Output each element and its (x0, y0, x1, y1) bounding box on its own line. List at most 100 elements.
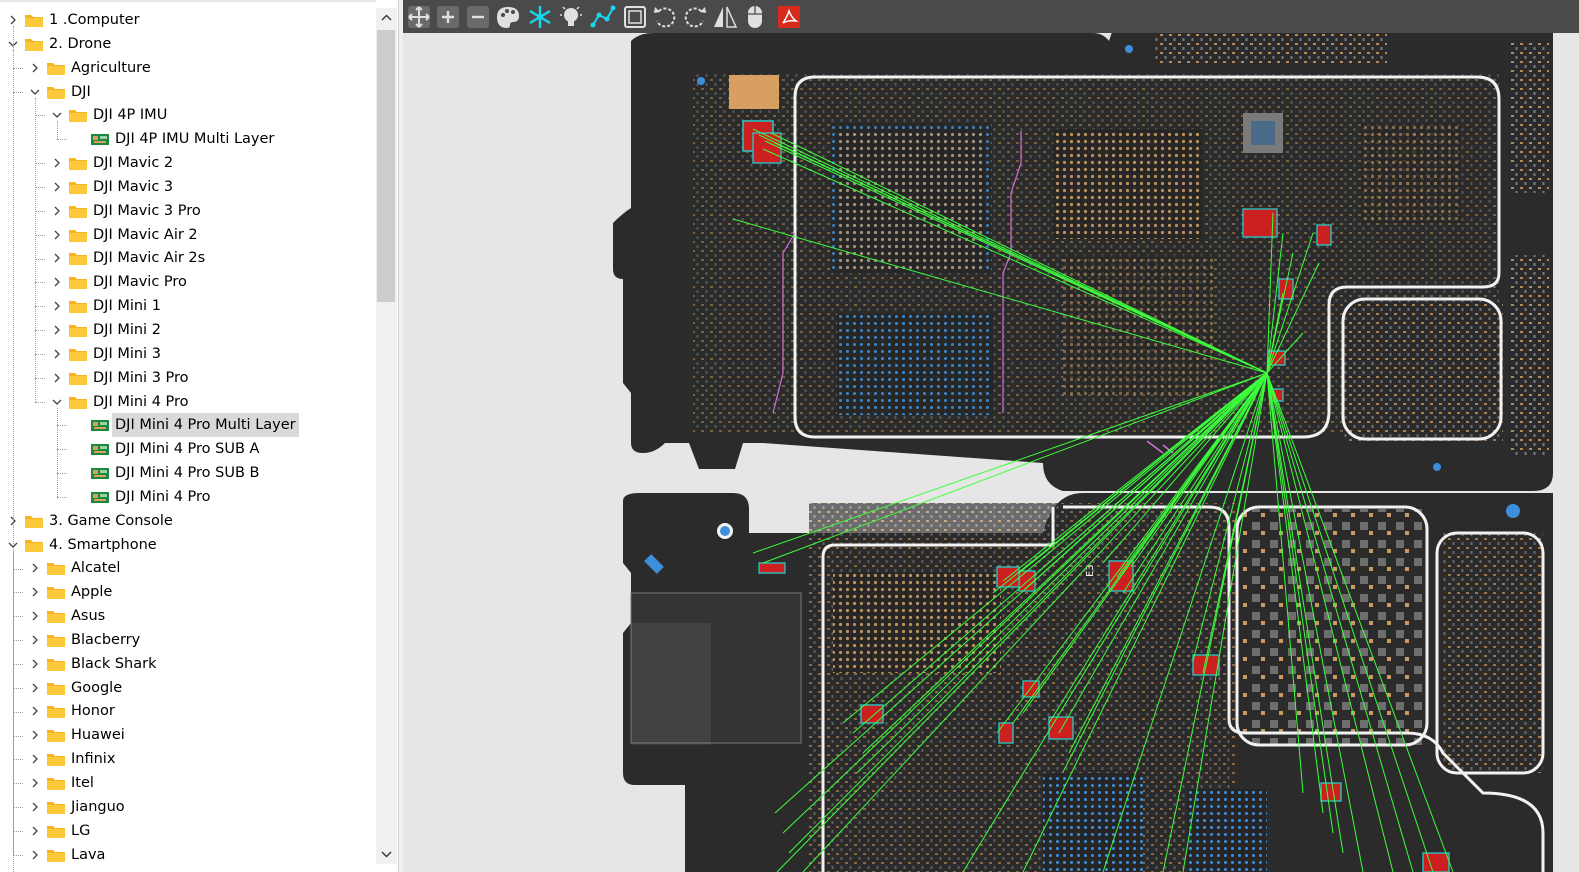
tree-item[interactable]: LG (0, 819, 376, 843)
board-view[interactable]: E3 (403, 33, 1579, 872)
chevron-right-icon[interactable] (30, 802, 40, 812)
tree-item-label: DJI (71, 83, 91, 100)
chevron-right-icon[interactable] (8, 15, 18, 25)
tree-item[interactable]: Huawei (0, 723, 376, 747)
tree-guide (57, 407, 58, 497)
folder-icon (47, 587, 65, 600)
tree-item[interactable]: Black Shark (0, 652, 376, 676)
tree-item[interactable]: DJI Mavic 2 (0, 151, 376, 175)
chevron-right-icon[interactable] (30, 850, 40, 860)
tree-item[interactable]: DJI Mini 1 (0, 294, 376, 318)
chevron-right-icon[interactable] (30, 754, 40, 764)
folder-icon (69, 253, 87, 266)
tree-item[interactable]: DJI Mini 2 (0, 318, 376, 342)
tree-item[interactable]: DJI Mavic Air 2s (0, 246, 376, 270)
chevron-down-icon[interactable] (30, 87, 40, 97)
tree-item-label: Infinix (71, 751, 116, 768)
highlighted-component[interactable] (1278, 278, 1294, 300)
tree-item[interactable]: 4. Smartphone (0, 533, 376, 557)
chevron-right-icon[interactable] (52, 158, 62, 168)
zoom-in-icon[interactable] (434, 3, 462, 31)
highlighted-component[interactable] (1048, 716, 1074, 740)
chevron-right-icon[interactable] (52, 349, 62, 359)
highlighted-component[interactable] (1316, 224, 1332, 246)
highlighted-component[interactable] (1422, 852, 1450, 872)
tree-item[interactable]: Google (0, 676, 376, 700)
chevron-down-icon[interactable] (52, 397, 62, 407)
chevron-right-icon[interactable] (30, 826, 40, 836)
folder-icon (47, 563, 65, 576)
tree-item[interactable]: Lava (0, 843, 376, 867)
tree-item[interactable]: DJI Mavic 3 Pro (0, 199, 376, 223)
tree-guide (13, 711, 23, 713)
tree-item[interactable]: DJI (0, 80, 376, 104)
tree-item[interactable]: Honor (0, 699, 376, 723)
highlighted-component[interactable] (752, 132, 782, 164)
tree-item[interactable]: 1 .Computer (0, 8, 376, 32)
chevron-right-icon[interactable] (30, 659, 40, 669)
mirror-icon[interactable] (711, 3, 739, 31)
pcb-canvas[interactable]: E3 (403, 33, 1579, 872)
chevron-right-icon[interactable] (52, 277, 62, 287)
scroll-up-button[interactable] (376, 8, 397, 28)
trace-route-icon[interactable] (589, 3, 617, 31)
tree-item[interactable]: Blacberry (0, 628, 376, 652)
chevron-right-icon[interactable] (52, 325, 62, 335)
scroll-down-button[interactable] (376, 844, 397, 864)
tree-guide (35, 306, 45, 308)
chevron-right-icon[interactable] (30, 778, 40, 788)
chevron-right-icon[interactable] (52, 373, 62, 383)
tree-item[interactable]: DJI Mavic Pro (0, 270, 376, 294)
palette-icon[interactable] (494, 3, 522, 31)
chevron-right-icon[interactable] (52, 253, 62, 263)
pdf-icon[interactable] (775, 3, 803, 31)
tree-item[interactable]: Jianguo (0, 795, 376, 819)
tree-item-label: DJI Mavic Air 2 (93, 226, 198, 243)
chevron-right-icon[interactable] (30, 563, 40, 573)
tree-item-label: 2. Drone (49, 35, 112, 52)
move-icon[interactable] (405, 3, 433, 31)
folder-icon (69, 158, 87, 171)
tree-item[interactable]: Alcatel (0, 556, 376, 580)
tree-item[interactable]: DJI Mavic Air 2 (0, 223, 376, 247)
highlighted-component[interactable] (758, 562, 786, 574)
rotate-right-icon[interactable] (681, 3, 709, 31)
chevron-right-icon[interactable] (30, 706, 40, 716)
tree-item[interactable]: 2. Drone (0, 32, 376, 56)
light-bulb-icon[interactable] (557, 3, 585, 31)
tree-item-label: 3. Game Console (49, 512, 173, 529)
tree-item[interactable]: Itel (0, 771, 376, 795)
tree-scrollbar[interactable] (376, 8, 397, 864)
chevron-right-icon[interactable] (30, 611, 40, 621)
rotate-left-icon[interactable] (651, 3, 679, 31)
zoom-out-icon[interactable] (464, 3, 492, 31)
chevron-down-icon[interactable] (52, 110, 62, 120)
highlighted-component[interactable] (998, 722, 1014, 744)
tree-item[interactable]: DJI Mini 3 (0, 342, 376, 366)
tree-item[interactable]: DJI Mavic 3 (0, 175, 376, 199)
folder-icon (69, 348, 87, 361)
chevron-right-icon[interactable] (30, 635, 40, 645)
highlighted-component[interactable] (860, 704, 884, 724)
chevron-right-icon[interactable] (52, 206, 62, 216)
chevron-right-icon[interactable] (30, 587, 40, 597)
tree-item[interactable]: Infinix (0, 747, 376, 771)
tree-item[interactable]: Agriculture (0, 56, 376, 80)
board-outline-icon[interactable] (621, 3, 649, 31)
highlighted-component[interactable] (1320, 782, 1342, 802)
chevron-right-icon[interactable] (30, 683, 40, 693)
chevron-right-icon[interactable] (52, 182, 62, 192)
tree-item-label: DJI Mavic 3 Pro (93, 202, 201, 219)
mouse-icon[interactable] (741, 3, 769, 31)
scroll-thumb[interactable] (377, 30, 395, 302)
chevron-right-icon[interactable] (30, 730, 40, 740)
chevron-right-icon[interactable] (52, 230, 62, 240)
folder-icon (47, 801, 65, 814)
chevron-right-icon[interactable] (52, 301, 62, 311)
tree-item[interactable]: Asus (0, 604, 376, 628)
net-highlight-icon[interactable] (526, 3, 554, 31)
tree-item[interactable]: 3. Game Console (0, 509, 376, 533)
chevron-right-icon[interactable] (30, 63, 40, 73)
tree-item[interactable]: DJI Mini 3 Pro (0, 366, 376, 390)
tree-item[interactable]: Apple (0, 580, 376, 604)
